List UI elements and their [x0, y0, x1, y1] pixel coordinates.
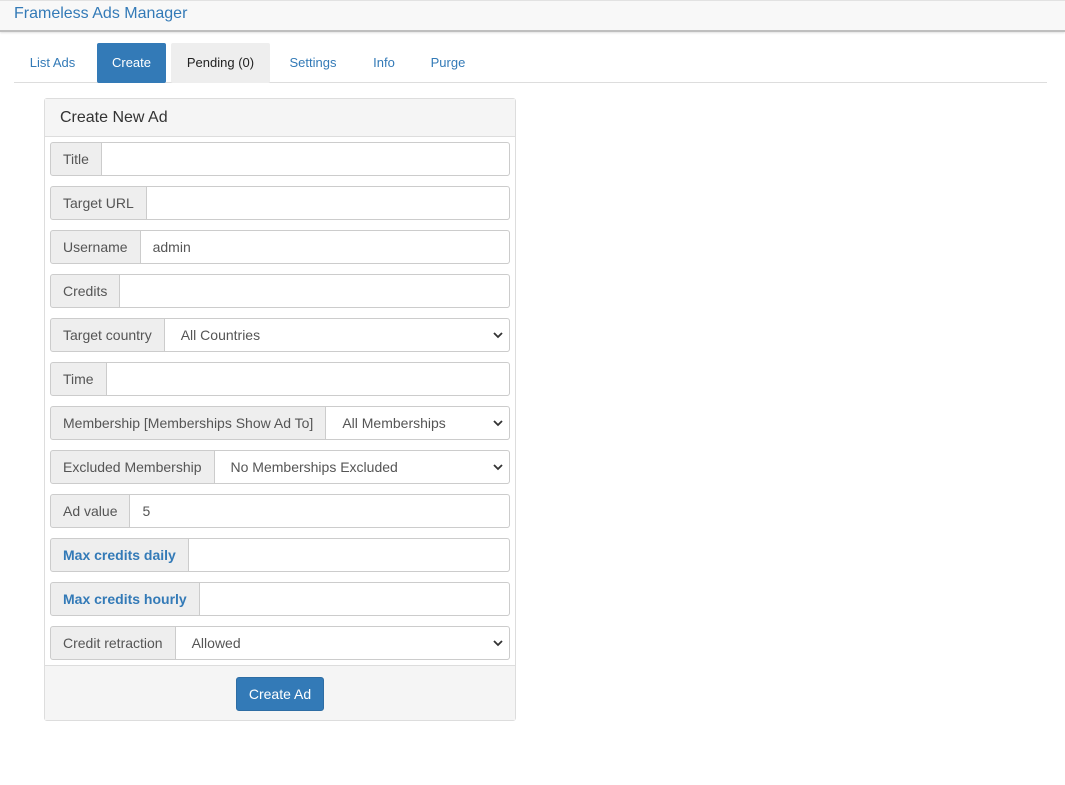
tab-list-ads[interactable]: List Ads: [14, 43, 91, 83]
max-credits-daily-row: Max credits daily: [50, 538, 510, 572]
time-row: Time: [50, 362, 510, 396]
panel-heading: Create New Ad: [45, 99, 515, 137]
membership-select[interactable]: All Memberships: [326, 406, 510, 440]
excluded-membership-value: No Memberships Excluded: [230, 459, 398, 475]
tab-bar: List Ads Create Pending (0) Settings Inf…: [14, 43, 1047, 83]
title-row: Title: [50, 142, 510, 176]
chevron-down-icon: [491, 451, 505, 483]
credit-retraction-row: Credit retraction Allowed: [50, 626, 510, 660]
panel-footer: Create Ad: [45, 665, 515, 720]
max-credits-daily-input[interactable]: [188, 538, 510, 572]
ad-value-input[interactable]: 5: [130, 494, 510, 528]
tab-settings[interactable]: Settings: [276, 43, 350, 83]
tab-info[interactable]: Info: [360, 43, 408, 83]
target-url-input[interactable]: [146, 186, 510, 220]
create-ad-button[interactable]: Create Ad: [236, 677, 324, 711]
title-input[interactable]: [101, 142, 510, 176]
credit-retraction-select[interactable]: Allowed: [175, 626, 510, 660]
tab-pending[interactable]: Pending (0): [171, 43, 270, 83]
tab-create[interactable]: Create: [97, 43, 166, 83]
membership-label: Membership [Memberships Show Ad To]: [50, 406, 327, 440]
target-country-select[interactable]: All Countries: [164, 318, 510, 352]
chevron-down-icon: [491, 319, 505, 351]
chevron-down-icon: [491, 627, 505, 659]
username-row: Username admin: [50, 230, 510, 264]
target-url-row: Target URL: [50, 186, 510, 220]
app-title[interactable]: Frameless Ads Manager: [14, 5, 187, 23]
credits-label: Credits: [50, 274, 121, 308]
max-credits-hourly-input[interactable]: [199, 582, 510, 616]
excluded-membership-label: Excluded Membership: [50, 450, 215, 484]
max-credits-daily-label: Max credits daily: [50, 538, 189, 572]
top-navbar: Frameless Ads Manager: [0, 0, 1065, 32]
create-ad-panel: Create New Ad Title Target URL Username …: [44, 98, 516, 721]
credit-retraction-value: Allowed: [191, 635, 241, 651]
credits-input[interactable]: [120, 274, 510, 308]
target-country-label: Target country: [50, 318, 165, 352]
target-country-row: Target country All Countries: [50, 318, 510, 352]
username-input[interactable]: admin: [140, 230, 510, 264]
excluded-membership-select[interactable]: No Memberships Excluded: [214, 450, 510, 484]
ad-value-row: Ad value 5: [50, 494, 510, 528]
target-url-label: Target URL: [50, 186, 147, 220]
title-label: Title: [50, 142, 102, 176]
chevron-down-icon: [491, 407, 505, 439]
time-input[interactable]: [106, 362, 510, 396]
credits-row: Credits: [50, 274, 510, 308]
membership-value: All Memberships: [342, 415, 446, 431]
excluded-membership-row: Excluded Membership No Memberships Exclu…: [50, 450, 510, 484]
tab-purge[interactable]: Purge: [418, 43, 478, 83]
username-label: Username: [50, 230, 141, 264]
credit-retraction-label: Credit retraction: [50, 626, 176, 660]
max-credits-hourly-label: Max credits hourly: [50, 582, 200, 616]
target-country-value: All Countries: [180, 327, 261, 343]
ad-value-label: Ad value: [50, 494, 131, 528]
membership-row: Membership [Memberships Show Ad To] All …: [50, 406, 510, 440]
max-credits-hourly-row: Max credits hourly: [50, 582, 510, 616]
time-label: Time: [50, 362, 107, 396]
